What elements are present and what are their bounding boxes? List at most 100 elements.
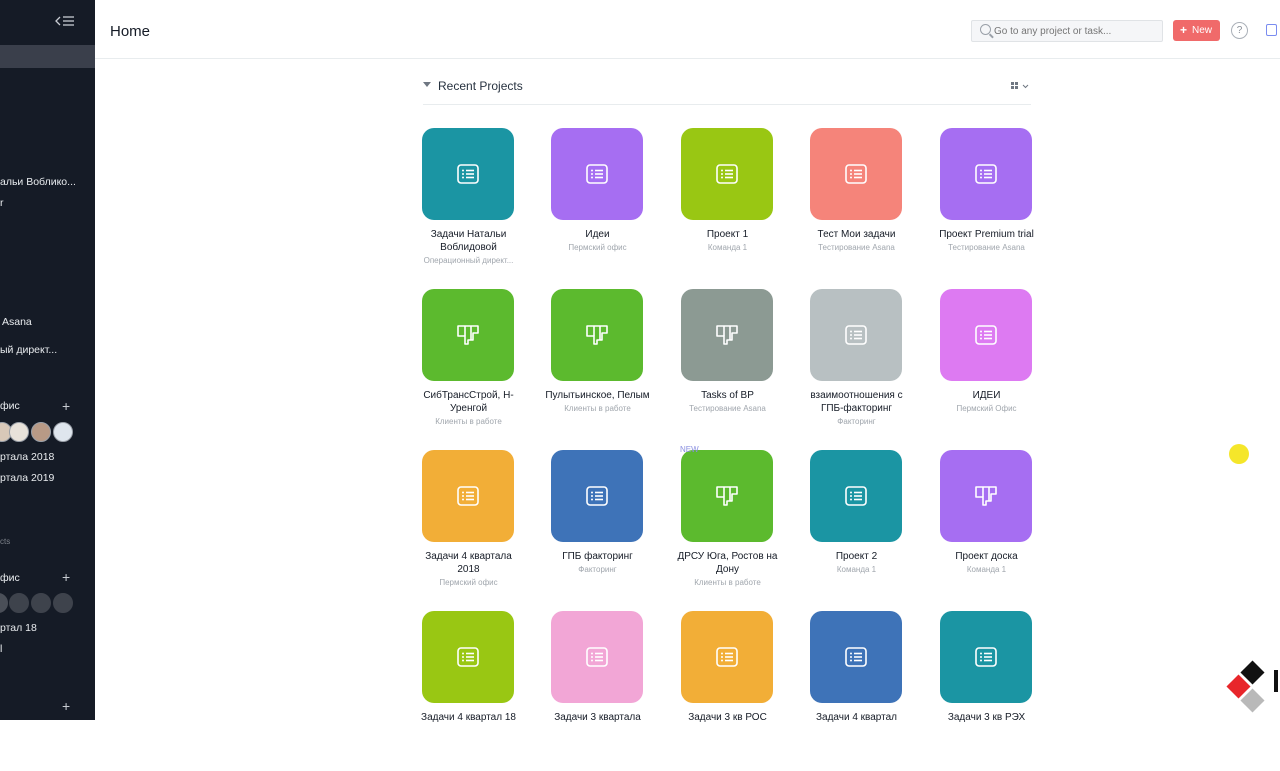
sidebar-item-project[interactable]: ртала 2018 [0, 451, 54, 463]
avatar[interactable] [9, 593, 29, 613]
project-team: Пермский офис [439, 578, 498, 587]
sidebar-item-team[interactable]: ый директ... [0, 344, 57, 356]
avatar[interactable] [53, 593, 73, 613]
add-project-icon[interactable]: + [62, 569, 70, 585]
add-project-icon[interactable]: + [62, 398, 70, 414]
project-card[interactable]: Задачи 3 кв РОС [663, 611, 792, 771]
project-name[interactable]: Задачи 3 кв РЭХ [922, 711, 1051, 724]
project-name[interactable]: СибТрансСтрой, Н-Уренгой [404, 389, 533, 415]
project-tile[interactable] [810, 128, 902, 220]
project-card[interactable]: NEW ДРСУ Юга, Ростов на Дону Клиенты в раб… [663, 445, 792, 610]
project-card[interactable]: Идеи Пермский офис [533, 128, 662, 288]
project-card[interactable]: Задачи 3 квартала [533, 611, 662, 771]
project-name[interactable]: Tasks of BP [663, 389, 792, 402]
help-icon[interactable]: ? [1231, 22, 1248, 39]
project-name[interactable]: Идеи [533, 228, 662, 241]
inbox-icon[interactable] [1266, 24, 1277, 36]
project-card[interactable]: Проект Premium trial Тестирование Asana [922, 128, 1051, 288]
view-toggle-icon[interactable] [1011, 82, 1029, 92]
project-name[interactable]: ДРСУ Юга, Ростов на Дону [663, 550, 792, 576]
project-tile[interactable] [422, 289, 514, 381]
new-button-label: New [1192, 25, 1213, 36]
project-team: Команда 1 [836, 565, 877, 574]
project-tile[interactable] [551, 289, 643, 381]
project-card[interactable]: Задачи 4 квартал [792, 611, 921, 771]
project-tile[interactable] [940, 128, 1032, 220]
avatar[interactable] [31, 593, 51, 613]
sidebar-item-project[interactable]: ртал 18 [0, 622, 37, 634]
search-box[interactable] [971, 20, 1163, 42]
avatar[interactable] [53, 422, 73, 442]
project-tile[interactable] [940, 450, 1032, 542]
add-team-icon[interactable]: + [62, 698, 70, 714]
project-tile[interactable] [940, 611, 1032, 703]
project-card[interactable]: ИДЕИ Пермский Офис [922, 289, 1051, 449]
project-name[interactable]: взаимоотношения с ГПБ-факторинг [792, 389, 921, 415]
project-name[interactable]: Задачи Натальи Воблидовой [404, 228, 533, 254]
sidebar-item-project[interactable]: альи Воблико... [0, 176, 76, 188]
project-name[interactable]: Задачи 4 квартал 18 [404, 711, 533, 724]
project-name[interactable]: Задачи 3 кв РОС [663, 711, 792, 724]
project-card[interactable]: Tasks of BP Тестирование Asana [663, 289, 792, 449]
project-name[interactable]: Задачи 4 квартал [792, 711, 921, 724]
project-tile[interactable] [810, 611, 902, 703]
project-tile[interactable] [551, 450, 643, 542]
project-card[interactable]: Проект 2 Команда 1 [792, 450, 921, 610]
recent-projects-header: Recent Projects [423, 78, 1031, 105]
project-card[interactable]: СибТрансСтрой, Н-Уренгой Клиенты в работе [404, 289, 533, 449]
project-name[interactable]: ИДЕИ [922, 389, 1051, 402]
sidebar-item-team[interactable]: Asana [2, 316, 32, 328]
project-name[interactable]: Проект 1 [663, 228, 792, 241]
avatar[interactable] [0, 593, 8, 613]
avatar[interactable] [31, 422, 51, 442]
project-card[interactable]: Проект доска Команда 1 [922, 450, 1051, 610]
project-name[interactable]: Тест Мои задачи [792, 228, 921, 241]
project-card[interactable]: Задачи 4 квартала 2018 Пермский офис [404, 450, 533, 610]
project-tile[interactable] [810, 289, 902, 381]
project-tile[interactable] [422, 450, 514, 542]
sidebar-more-projects[interactable]: cts [0, 537, 10, 546]
project-tile[interactable] [681, 289, 773, 381]
collapse-sidebar-icon[interactable] [55, 14, 77, 34]
project-card[interactable]: Пулытьинское, Пелым Клиенты в работе [533, 289, 662, 449]
project-tile[interactable] [940, 289, 1032, 381]
project-card[interactable]: Задачи Натальи Воблидовой Операционный ди… [404, 128, 533, 288]
sidebar-item-home[interactable] [0, 45, 95, 68]
project-name[interactable]: Проект Premium trial [922, 228, 1051, 241]
project-tile[interactable] [681, 450, 773, 542]
project-name[interactable]: Проект 2 [792, 550, 921, 563]
cursor-highlight [1229, 444, 1249, 464]
sidebar-team-heading[interactable]: фис [0, 400, 20, 412]
avatar[interactable] [9, 422, 29, 442]
project-name[interactable]: Задачи 4 квартала 2018 [404, 550, 533, 576]
project-card[interactable]: ГПБ факторинг Факторинг [533, 450, 662, 610]
project-team: Операционный директ... [423, 256, 514, 265]
project-name[interactable]: ГПБ факторинг [533, 550, 662, 563]
project-card[interactable]: взаимоотношения с ГПБ-факторинг Факторинг [792, 289, 921, 449]
sidebar: альи Воблико... r Asana ый директ... фис… [0, 0, 95, 720]
project-name[interactable]: Проект доска [922, 550, 1051, 563]
new-button[interactable]: + New [1173, 20, 1220, 41]
project-name[interactable]: Задачи 3 квартала [533, 711, 662, 724]
sidebar-team-heading[interactable]: фис [0, 572, 20, 584]
project-card[interactable]: Проект 1 Команда 1 [663, 128, 792, 288]
collapse-triangle-icon[interactable] [423, 82, 431, 87]
project-tile[interactable] [422, 128, 514, 220]
project-team: Тестирование Asana [818, 243, 895, 252]
project-name[interactable]: Пулытьинское, Пелым [533, 389, 662, 402]
sidebar-item-project[interactable]: r [0, 197, 4, 209]
sidebar-item-project[interactable]: ртала 2019 [0, 472, 54, 484]
search-input[interactable] [994, 21, 1154, 41]
project-tile[interactable] [551, 128, 643, 220]
project-card[interactable]: Задачи 3 кв РЭХ [922, 611, 1051, 771]
project-tile[interactable] [810, 450, 902, 542]
new-badge: NEW [680, 445, 699, 454]
project-tile[interactable] [681, 611, 773, 703]
project-tile[interactable] [681, 128, 773, 220]
sidebar-item-project[interactable]: l [0, 643, 2, 655]
project-team: Команда 1 [966, 565, 1007, 574]
project-tile[interactable] [551, 611, 643, 703]
project-tile[interactable] [422, 611, 514, 703]
project-card[interactable]: Задачи 4 квартал 18 [404, 611, 533, 771]
project-card[interactable]: Тест Мои задачи Тестирование Asana [792, 128, 921, 288]
